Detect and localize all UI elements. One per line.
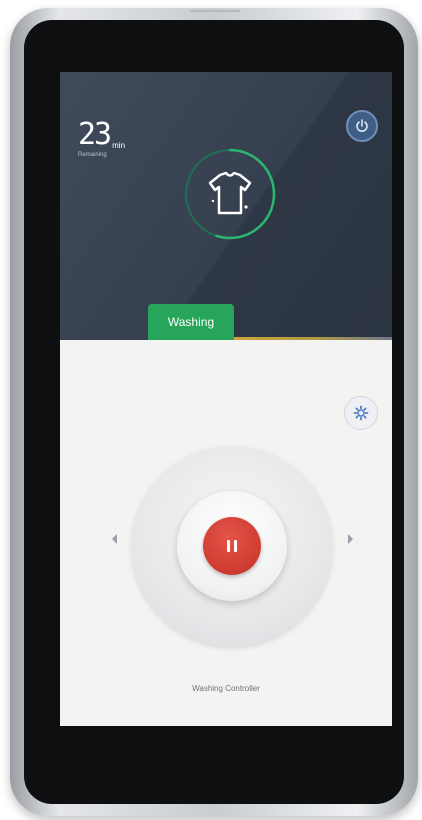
controller-label: Washing Controller [192,684,260,693]
timer-sub-label: Remaining [78,152,107,158]
status-panel: 23 min Remaining Washing [60,72,392,340]
power-icon [356,119,368,132]
chevron-left-icon[interactable] [112,534,117,544]
screen: 23 min Remaining Washing Washing Control… [60,72,392,726]
chevron-right-icon[interactable] [348,534,353,544]
pause-icon [227,540,237,552]
power-button[interactable] [346,110,378,142]
timer-unit: min [112,141,126,150]
cycle-progress-ring [185,148,276,240]
settings-button[interactable] [344,396,378,430]
remaining-timer: 23 min Remaining [78,117,126,159]
status-tab-washing[interactable]: Washing [148,304,234,340]
shirt-icon [208,171,252,215]
speaker-slot [190,10,240,12]
gear-icon [353,405,369,421]
pause-button[interactable] [203,517,261,575]
timer-value: 23 [78,117,112,152]
status-progress-line [234,337,392,340]
